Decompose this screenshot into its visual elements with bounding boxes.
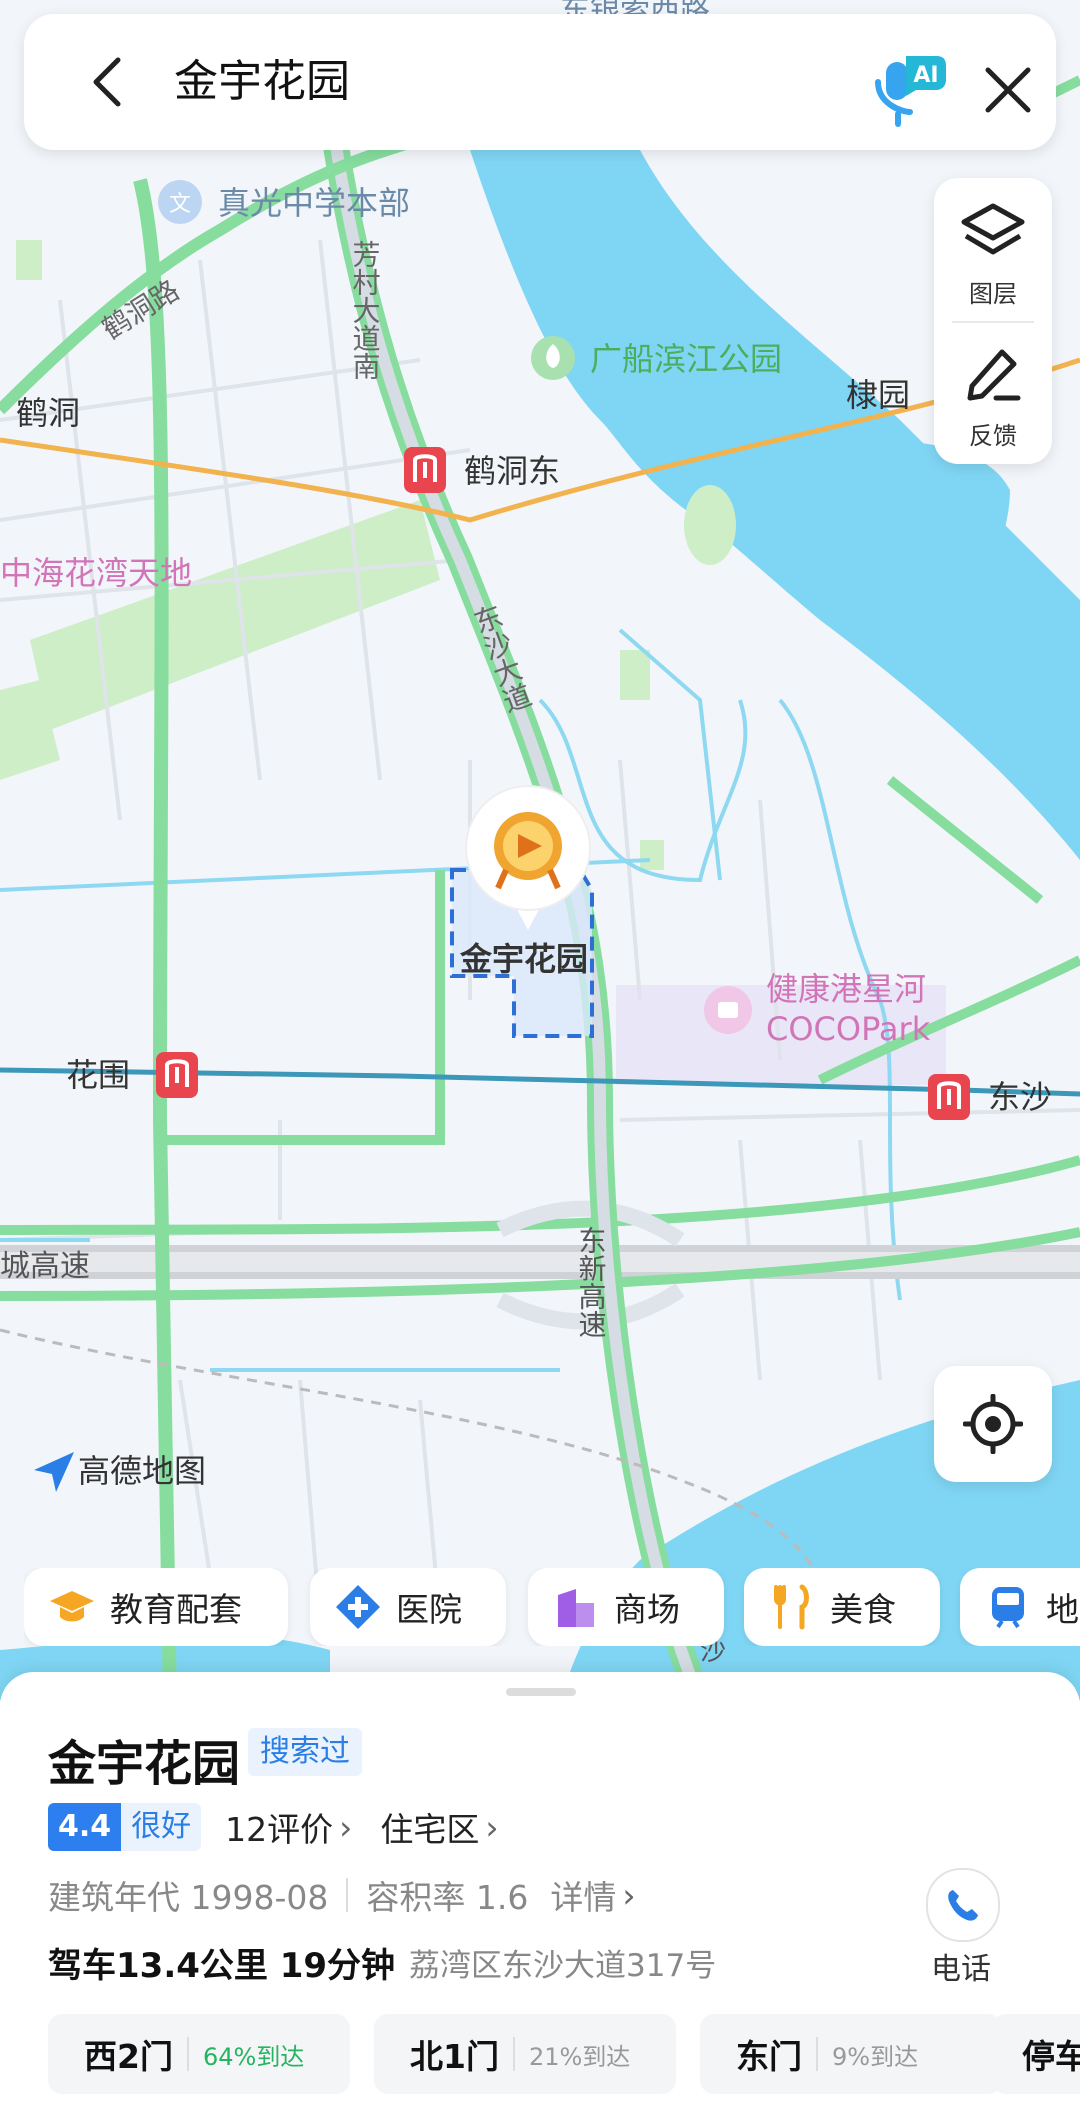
chip-label: 美食 <box>830 1590 896 1629</box>
layers-button[interactable]: 图层 <box>934 178 1052 318</box>
ai-voice-icon[interactable]: AI <box>854 38 954 130</box>
map-label: 城高速 <box>0 1249 90 1284</box>
chevron-right-icon: › <box>339 1807 353 1847</box>
map-label: 棣园 <box>846 376 910 414</box>
map-label: 金宇花园 <box>459 940 588 978</box>
map-label: 鹤洞 <box>16 394 80 432</box>
details-link[interactable]: 详情 <box>550 1871 616 1919</box>
subway-icon <box>992 1587 1024 1629</box>
map-label: 广船滨江公园 <box>590 340 782 378</box>
layers-label: 图层 <box>969 280 1017 308</box>
locate-button[interactable] <box>934 1366 1052 1482</box>
chevron-right-icon: › <box>485 1807 499 1847</box>
search-input[interactable]: 金宇花园 <box>174 54 350 110</box>
map-label: 鹤洞东 <box>464 452 560 490</box>
chip-mall[interactable]: 商场 <box>528 1568 724 1646</box>
divider <box>952 321 1034 323</box>
route-row: 驾车13.4公里 19分钟 荔湾区东沙大道317号 <box>48 1936 716 1988</box>
map-label: 真光中学本部 <box>218 184 410 222</box>
gate-list: 西2门 64%到达 北1门 21%到达 东门 9%到达 停车 <box>48 2014 1080 2098</box>
map-label: 健康港星河 <box>766 970 926 1008</box>
chip-label: 医院 <box>396 1590 462 1629</box>
gate-parking[interactable]: 停车 <box>992 2014 1080 2094</box>
metro-station-icon <box>404 447 446 493</box>
brand-text: 高德地图 <box>78 1452 207 1490</box>
search-bar[interactable]: 金宇花园 AI <box>24 14 1056 150</box>
divider <box>816 2037 818 2071</box>
locate-icon <box>963 1394 1023 1454</box>
map-label: 东沙 <box>988 1078 1052 1116</box>
gate-east[interactable]: 东门 9%到达 <box>700 2014 1002 2094</box>
rating-row: 4.4 很好 12评价 › 住宅区 › <box>48 1802 527 1852</box>
map-canvas[interactable]: 文 东银索西路 真光中学本部 鹤洞路 芳村大道南 广船滨江公园 棣园 鹤洞 鹤洞… <box>0 0 1080 1700</box>
map-label: 芳村大道南 <box>349 240 382 380</box>
gate-name: 停车 <box>1022 2037 1080 2076</box>
phone-button[interactable] <box>926 1868 1000 1942</box>
reviews-link[interactable]: 12评价 <box>225 1803 333 1851</box>
category-chips: 教育配套 医院 商场 美食 地 <box>24 1568 1080 1646</box>
map-tools-panel: 图层 反馈 <box>934 178 1052 464</box>
brand-logo: 高德地图 <box>28 1446 206 1492</box>
map-label: COCOPark <box>766 1010 931 1048</box>
svg-text:AI: AI <box>913 63 938 88</box>
gate-name: 西2门 <box>84 2037 173 2076</box>
chip-label: 地 <box>1046 1590 1079 1629</box>
medical-cross-icon <box>336 1585 380 1629</box>
gate-arrival-pct: 64%到达 <box>202 2042 305 2071</box>
sheet-handle[interactable] <box>506 1688 576 1696</box>
chip-hospital[interactable]: 医院 <box>310 1568 506 1646</box>
map-label: 中海花湾天地 <box>0 554 192 592</box>
chip-education[interactable]: 教育配套 <box>24 1568 288 1646</box>
gate-name: 北1门 <box>410 2037 499 2076</box>
back-icon[interactable] <box>84 54 140 110</box>
divider <box>186 2037 189 2071</box>
chevron-right-icon: › <box>622 1875 636 1915</box>
searched-badge: 搜索过 <box>248 1728 362 1776</box>
poi-title: 金宇花园 <box>48 1736 241 1792</box>
map-label: 花围 <box>66 1056 130 1094</box>
gate-west2[interactable]: 西2门 64%到达 <box>48 2014 350 2094</box>
layers-icon <box>961 203 1025 255</box>
gate-arrival-pct: 9%到达 <box>832 2042 919 2071</box>
rating-score: 4.4 <box>48 1803 122 1851</box>
svg-text:文: 文 <box>169 192 191 217</box>
fork-spoon-icon <box>774 1584 809 1630</box>
poi-type-link[interactable]: 住宅区 <box>380 1803 479 1851</box>
chip-food[interactable]: 美食 <box>744 1568 940 1646</box>
build-year: 建筑年代 1998-08 <box>48 1878 329 1917</box>
gate-name: 东门 <box>736 2037 802 2076</box>
metro-station-icon <box>928 1074 970 1120</box>
poi-detail-sheet[interactable]: 金宇花园 搜索过 4.4 很好 12评价 › 住宅区 › 建筑年代 1998-0… <box>0 1672 1080 2122</box>
divider <box>512 2037 515 2071</box>
phone-label[interactable]: 电话 <box>924 1944 998 1988</box>
drive-info: 驾车13.4公里 19分钟 <box>48 1945 396 1986</box>
map-label: 东新高速 <box>575 1226 608 1338</box>
metro-station-icon <box>156 1052 198 1098</box>
info-row: 建筑年代 1998-08 容积率 1.6 详情 › <box>48 1870 664 1920</box>
feedback-label: 反馈 <box>969 422 1017 450</box>
divider <box>346 1878 349 1912</box>
feedback-button[interactable]: 反馈 <box>934 324 1052 464</box>
rating-grade: 很好 <box>121 1803 202 1851</box>
chip-label: 教育配套 <box>110 1590 242 1629</box>
plot-ratio: 容积率 1.6 <box>366 1878 529 1917</box>
phone-icon <box>948 1890 978 1921</box>
graduation-cap-icon <box>50 1591 94 1622</box>
mall-icon <box>558 1589 594 1627</box>
chip-label: 商场 <box>614 1590 680 1629</box>
gate-north1[interactable]: 北1门 21%到达 <box>374 2014 676 2094</box>
chip-subway[interactable]: 地 <box>960 1568 1080 1646</box>
address: 荔湾区东沙大道317号 <box>409 1947 717 1984</box>
close-icon[interactable] <box>980 62 1036 118</box>
gate-arrival-pct: 21%到达 <box>528 2042 631 2071</box>
pencil-icon <box>967 349 1021 401</box>
